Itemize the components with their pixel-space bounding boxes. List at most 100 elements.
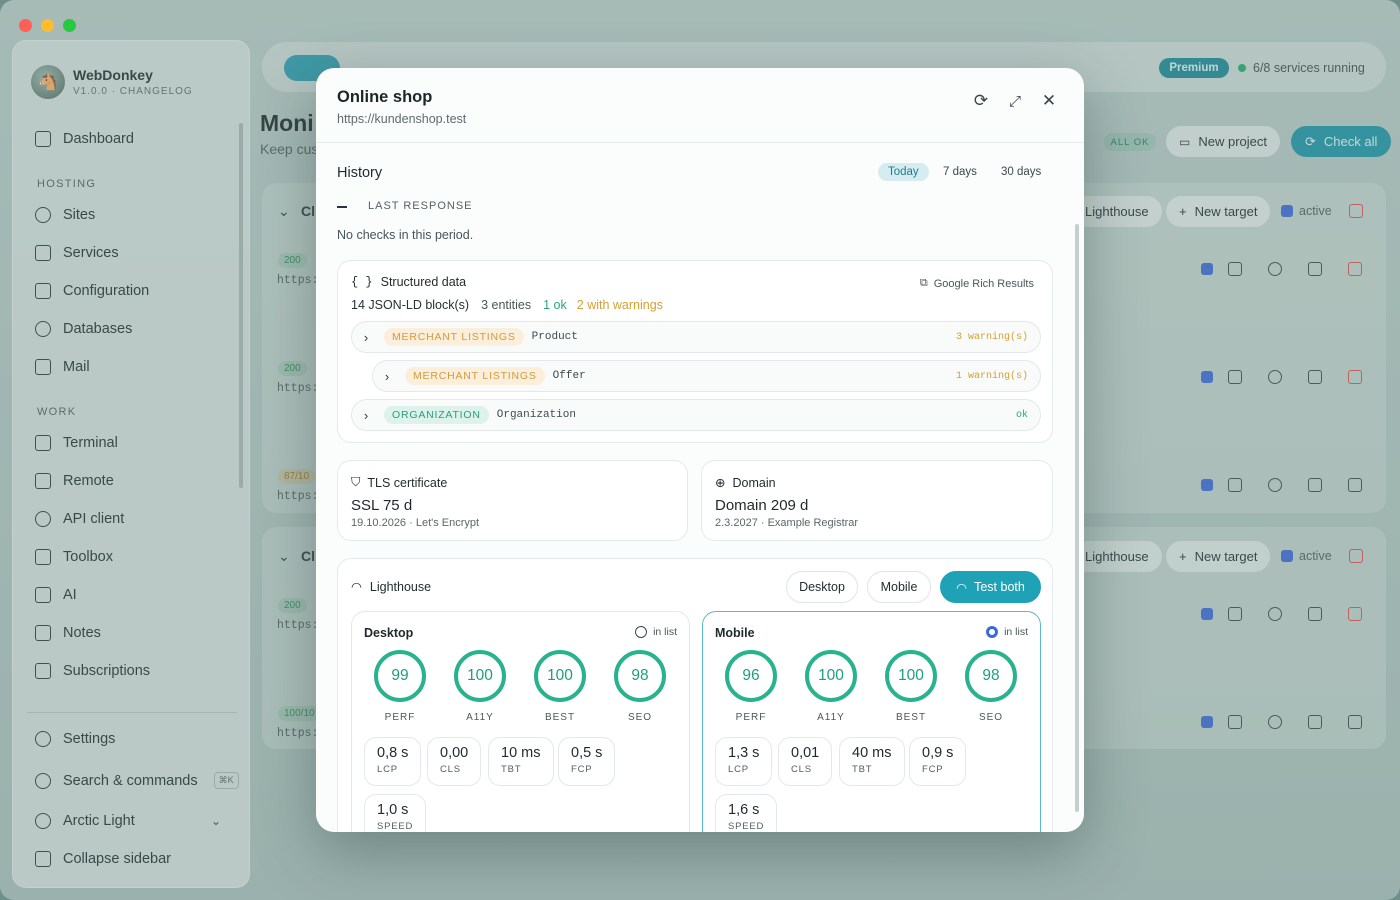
structured-data-summary: 14 JSON-LD block(s) 3 entities 1 ok 2 wi… xyxy=(351,298,663,312)
structured-row[interactable]: › ORGANIZATION Organization ok xyxy=(351,399,1041,431)
minimize-window-button[interactable] xyxy=(41,19,54,32)
structured-row[interactable]: › MERCHANT LISTINGS Product 3 warning(s) xyxy=(351,321,1041,353)
ok-count: 1 ok xyxy=(543,298,567,312)
metric-key: TBT xyxy=(852,764,873,775)
warnings-count: 2 with warnings xyxy=(576,298,663,312)
score-label: PERF xyxy=(735,712,767,723)
entity-tag: MERCHANT LISTINGS xyxy=(384,328,524,346)
metric-key: SPEED xyxy=(728,821,765,832)
tls-sub: 19.10.2026 · Let's Encrypt xyxy=(351,517,480,529)
chevron-right-icon: › xyxy=(363,407,369,423)
domain-sub: 2.3.2027 · Example Registrar xyxy=(715,517,859,529)
range-today[interactable]: Today xyxy=(878,163,929,181)
score-gauge: 96 xyxy=(725,650,777,702)
blocks-count: 14 JSON-LD block(s) xyxy=(351,298,470,312)
radio-off-icon xyxy=(635,626,648,638)
metric-key: LCP xyxy=(377,764,398,775)
entity-type: Organization xyxy=(496,409,576,421)
metric-card: 0,8 s LCP xyxy=(364,737,422,786)
in-list-radio[interactable]: in list xyxy=(635,626,677,638)
metric-card: 0,01 CLS xyxy=(778,737,833,786)
globe-icon: ⊕ xyxy=(715,476,726,490)
entity-tag: MERCHANT LISTINGS xyxy=(405,367,545,385)
lighthouse-desktop-card[interactable]: Desktop in list 99 100 100 98 PERF A11Y … xyxy=(351,611,690,832)
lighthouse-card-title: Desktop xyxy=(364,626,414,640)
domain-title: ⊕ Domain xyxy=(715,475,776,491)
expand-icon[interactable]: ⤢ xyxy=(1004,90,1026,112)
metric-card: 0,5 s FCP xyxy=(558,737,616,786)
entity-type: Product xyxy=(531,331,578,343)
score-label: SEO xyxy=(627,712,653,723)
score-gauge: 99 xyxy=(374,650,426,702)
metric-card: 10 ms TBT xyxy=(488,737,554,786)
lighthouse-card-title: Mobile xyxy=(715,626,755,640)
entity-status: ok xyxy=(1015,409,1028,421)
score-label: A11Y xyxy=(466,712,494,723)
in-list-radio[interactable]: in list xyxy=(986,626,1028,638)
score-label: BEST xyxy=(895,712,927,723)
in-list-label: in list xyxy=(653,626,677,638)
entities-count: 3 entities xyxy=(481,298,532,312)
in-list-label: in list xyxy=(1004,626,1028,638)
tls-value: SSL 75 d xyxy=(351,497,413,514)
entity-status: 1 warning(s) xyxy=(955,370,1028,382)
range-7-days[interactable]: 7 days xyxy=(933,163,987,181)
score-label: PERF xyxy=(384,712,416,723)
metric-key: CLS xyxy=(440,764,461,775)
entity-tag: ORGANIZATION xyxy=(384,406,489,424)
rich-results-label: Google Rich Results xyxy=(933,277,1034,290)
metric-value: 0,01 xyxy=(791,745,820,761)
metric-value: 0,8 s xyxy=(377,745,409,761)
modal-scrollbar[interactable] xyxy=(1075,224,1079,812)
score-gauge: 98 xyxy=(965,650,1017,702)
metric-value: 40 ms xyxy=(852,745,892,761)
range-30-days[interactable]: 30 days xyxy=(991,163,1051,181)
score-gauge: 98 xyxy=(614,650,666,702)
history-title: History xyxy=(337,165,383,181)
structured-data-title: { } Structured data xyxy=(351,275,466,289)
test-desktop-button[interactable]: Desktop xyxy=(786,571,858,603)
tls-title: ⛉ TLS certificate xyxy=(351,475,447,490)
google-rich-results-link[interactable]: ⧉ Google Rich Results xyxy=(920,277,1034,290)
lighthouse-mobile-card[interactable]: Mobile in list 96 100 100 98 PERF A11Y B… xyxy=(702,611,1041,832)
external-link-icon: ⧉ xyxy=(919,277,928,289)
app-window: 🐴 WebDonkey V1.0.0 · CHANGELOG Dashboard… xyxy=(0,0,1400,900)
structured-data-label: Structured data xyxy=(380,275,467,289)
structured-row-nested[interactable]: › MERCHANT LISTINGS Offer 1 warning(s) xyxy=(372,360,1041,392)
radio-on-icon xyxy=(986,626,999,638)
metric-value: 10 ms xyxy=(501,745,541,761)
entity-type: Offer xyxy=(552,370,586,382)
test-mobile-button[interactable]: Mobile xyxy=(867,571,931,603)
metric-value: 1,3 s xyxy=(728,745,760,761)
score-label: A11Y xyxy=(817,712,845,723)
metric-key: SPEED xyxy=(377,821,414,832)
lighthouse-title: ◠ Lighthouse xyxy=(351,579,431,595)
close-window-button[interactable] xyxy=(19,19,32,32)
refresh-icon[interactable]: ⟳ xyxy=(970,90,992,112)
metric-value: 0,9 s xyxy=(922,745,954,761)
metric-card: 0,00 CLS xyxy=(427,737,482,786)
test-both-label: Test both xyxy=(974,580,1025,594)
collapse-dash-icon[interactable] xyxy=(337,206,347,208)
lighthouse-panel: ◠ Lighthouse Desktop Mobile ◠ Test both De… xyxy=(337,558,1053,832)
domain-label: Domain xyxy=(732,475,776,490)
score-gauge: 100 xyxy=(805,650,857,702)
metric-value: 0,5 s xyxy=(571,745,603,761)
metric-value: 1,0 s xyxy=(377,802,409,818)
shield-icon: ⛉ xyxy=(351,475,361,489)
metric-key: FCP xyxy=(922,764,944,775)
gauge-icon: ◠ xyxy=(956,580,968,595)
domain-card: ⊕ Domain Domain 209 d 2.3.2027 · Example … xyxy=(701,460,1053,541)
score-label: BEST xyxy=(544,712,576,723)
braces-icon: { } xyxy=(351,275,373,289)
tls-certificate-card: ⛉ TLS certificate SSL 75 d 19.10.2026 · L… xyxy=(337,460,688,541)
score-gauge: 100 xyxy=(454,650,506,702)
metric-key: TBT xyxy=(501,764,522,775)
structured-data-panel: { } Structured data ⧉ Google Rich Results… xyxy=(337,260,1053,443)
metric-card: 40 ms TBT xyxy=(839,737,905,786)
window-controls xyxy=(19,19,76,32)
close-icon[interactable]: ✕ xyxy=(1038,90,1060,112)
test-both-button[interactable]: ◠ Test both xyxy=(940,571,1041,603)
zoom-window-button[interactable] xyxy=(63,19,76,32)
gauge-icon: ◠ xyxy=(351,580,362,594)
